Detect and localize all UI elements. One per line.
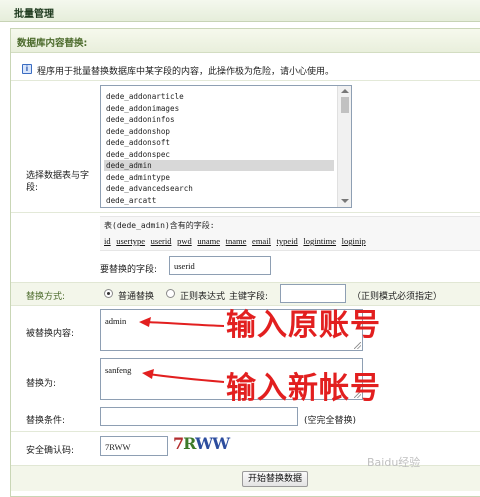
annotation-new-account: 输入新帐号 [226, 371, 381, 406]
field-link[interactable]: logintime [303, 236, 336, 246]
mode-label: 替换方式: [26, 292, 66, 302]
captcha-char: 7 [173, 434, 184, 453]
table-option[interactable]: dede_addonarticle [106, 91, 336, 102]
captcha-label: 安全确认码: [26, 446, 75, 456]
replaced-content-label: 被替换内容: [26, 329, 75, 339]
table-option[interactable]: dede_addonspec [106, 149, 336, 160]
page-title: 批量管理 [14, 9, 54, 20]
fields-list: id usertype userid pwd uname tname email… [104, 236, 369, 246]
field-link[interactable]: usertype [116, 236, 145, 246]
field-link[interactable]: pwd [177, 236, 192, 246]
watermark: Baidu经验 [367, 456, 421, 469]
annotation-original-account: 输入原账号 [226, 308, 381, 343]
table-option[interactable]: dede_arcatt [106, 195, 336, 206]
listbox-scrollbar[interactable] [337, 86, 351, 207]
top-title-bar: 批量管理 [0, 0, 480, 22]
normal-replace-radio[interactable] [104, 289, 113, 298]
captcha-char: R [183, 434, 196, 453]
divider [11, 431, 480, 432]
replace-with-value: sanfeng [105, 365, 132, 375]
replaced-content-value: admin [105, 316, 127, 326]
table-option[interactable]: dede_addonshop [106, 126, 336, 137]
divider [11, 80, 480, 81]
table-option[interactable]: dede_addoninfos [106, 114, 336, 125]
table-option[interactable]: dede_addonimages [106, 103, 336, 114]
field-link[interactable]: userid [151, 236, 172, 246]
section-header: 数据库内容替换: [11, 29, 480, 53]
captcha-input[interactable]: 7RWW [100, 436, 168, 456]
table-listbox[interactable]: dede_addonarticle dede_addonimages dede_… [100, 85, 352, 208]
field-link[interactable]: tname [226, 236, 247, 246]
field-link[interactable]: email [252, 236, 271, 246]
section-title: 数据库内容替换: [17, 38, 88, 49]
table-option[interactable]: dede_admintype [106, 172, 336, 183]
field-link[interactable]: typeid [277, 236, 298, 246]
regex-replace-radio[interactable] [166, 289, 175, 298]
start-replace-button[interactable]: 开始替换数据 [242, 471, 308, 487]
table-option[interactable]: dede_addonsoft [106, 137, 336, 148]
warning-notice: 程序用于批量替换数据库中某字段的内容，此操作极为危险，请小心使用。 [37, 67, 335, 77]
divider [11, 212, 480, 213]
fields-title: 表(dede_admin)含有的字段: [104, 221, 215, 230]
scroll-down-icon[interactable] [341, 199, 349, 203]
field-link[interactable]: loginip [342, 236, 366, 246]
normal-replace-label: 普通替换 [118, 292, 155, 302]
replace-with-label: 替换为: [26, 379, 57, 389]
table-option-selected[interactable]: dede_admin [104, 160, 334, 171]
condition-input[interactable] [100, 407, 298, 426]
captcha-image[interactable]: 7RWW [173, 434, 230, 456]
field-link[interactable]: uname [197, 236, 220, 246]
table-select-label: 选择数据表与字段: [26, 171, 90, 193]
scroll-thumb[interactable] [341, 97, 349, 113]
info-icon: i [22, 64, 32, 74]
table-option[interactable]: dede_advancedsearch [106, 183, 336, 194]
replace-field-label: 要替换的字段: [100, 265, 158, 275]
condition-label: 替换条件: [26, 416, 66, 426]
condition-note: (空完全替换) [304, 416, 357, 426]
captcha-char: WW [195, 434, 230, 453]
replace-field-input[interactable]: userid [169, 256, 271, 275]
scroll-up-icon[interactable] [341, 89, 349, 93]
field-link[interactable]: id [104, 236, 111, 246]
regex-replace-label: 正则表达式 [180, 292, 226, 302]
